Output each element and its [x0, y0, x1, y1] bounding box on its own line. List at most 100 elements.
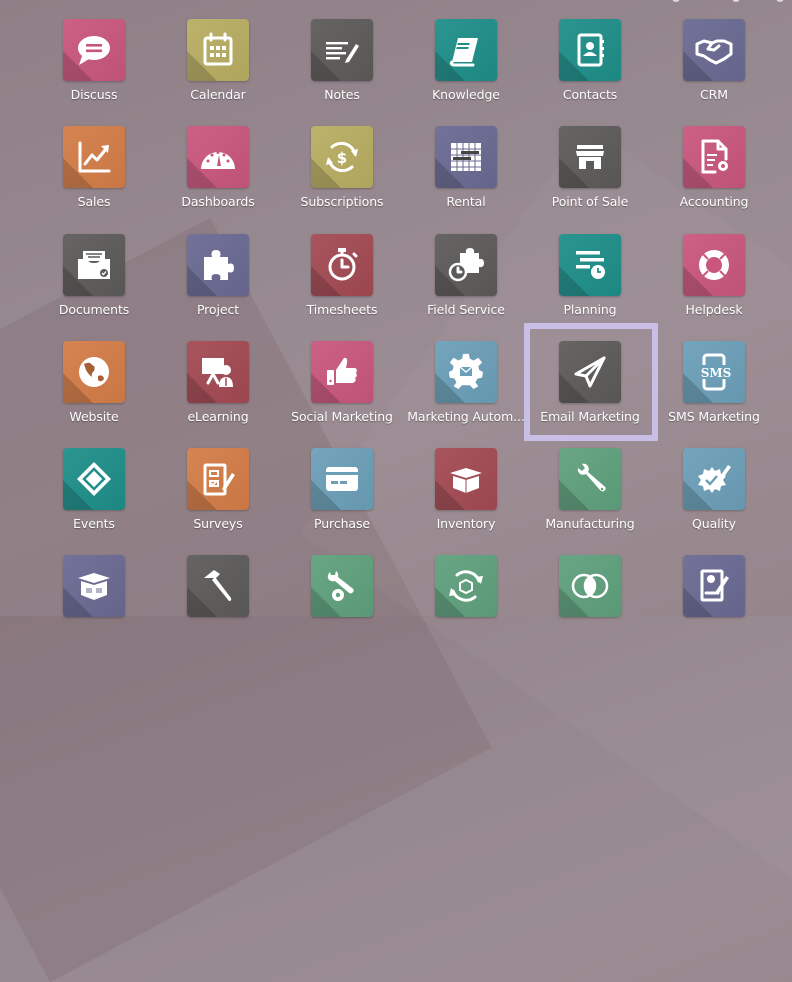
app-venn-circles[interactable] — [528, 555, 652, 655]
app-tile[interactable] — [187, 234, 249, 296]
app-social-marketing[interactable]: Social Marketing — [280, 341, 404, 441]
open-box-icon — [450, 468, 482, 493]
app-tile[interactable] — [435, 341, 497, 403]
app-label: Quality — [692, 516, 736, 531]
app-field-service[interactable]: Field Service — [404, 234, 528, 334]
app-tile[interactable] — [683, 555, 745, 617]
app-tile[interactable] — [311, 555, 373, 617]
app-tile[interactable] — [435, 448, 497, 510]
app-tile[interactable] — [187, 19, 249, 81]
app-recycle-box[interactable] — [404, 555, 528, 655]
app-sign-document[interactable] — [652, 555, 776, 655]
app-label: Purchase — [314, 516, 370, 531]
svg-text:SMS: SMS — [701, 366, 732, 380]
sms-phone-icon: SMS — [700, 353, 732, 391]
app-tile[interactable] — [559, 19, 621, 81]
app-label: Events — [73, 516, 115, 531]
app-hammer[interactable] — [156, 555, 280, 655]
app-tile[interactable]: SMS — [683, 341, 745, 403]
app-tile[interactable] — [187, 341, 249, 403]
app-tile[interactable] — [63, 234, 125, 296]
app-tile[interactable] — [683, 448, 745, 510]
app-label: Calendar — [190, 87, 246, 102]
app-tile[interactable] — [63, 448, 125, 510]
credit-card-icon — [326, 467, 358, 491]
app-tile[interactable]: $ — [311, 126, 373, 188]
app-documents[interactable]: Documents — [32, 234, 156, 334]
app-surveys[interactable]: Surveys — [156, 448, 280, 548]
wrench-gear-icon — [327, 571, 354, 601]
app-rental[interactable]: Rental — [404, 126, 528, 226]
app-notes[interactable]: Notes — [280, 19, 404, 119]
app-label: Subscriptions — [300, 194, 384, 209]
app-wrench-gear[interactable] — [280, 555, 404, 655]
chart-up-icon — [78, 141, 111, 173]
app-tile[interactable] — [559, 555, 621, 617]
app-manufacturing[interactable]: Manufacturing — [528, 448, 652, 548]
app-label: Accounting — [679, 194, 749, 209]
app-tile[interactable] — [559, 234, 621, 296]
book-icon — [449, 38, 478, 67]
app-tile[interactable] — [311, 19, 373, 81]
app-website[interactable]: Website — [32, 341, 156, 441]
app-project[interactable]: Project — [156, 234, 280, 334]
app-marketing-autom[interactable]: Marketing Autom... — [404, 341, 528, 441]
app-tile[interactable] — [559, 126, 621, 188]
app-planning[interactable]: Planning — [528, 234, 652, 334]
app-tile[interactable] — [63, 341, 125, 403]
puzzle-stopwatch-icon — [448, 248, 484, 282]
app-accounting[interactable]: Accounting — [652, 126, 776, 226]
app-tile[interactable] — [187, 448, 249, 510]
app-tile[interactable] — [187, 555, 249, 617]
app-tile[interactable] — [311, 341, 373, 403]
app-sms-marketing[interactable]: SMS SMS Marketing — [652, 341, 776, 441]
app-tile[interactable] — [435, 555, 497, 617]
app-label: Website — [69, 409, 119, 424]
app-label: Social Marketing — [291, 409, 393, 424]
app-label: Rental — [446, 194, 486, 209]
app-tile[interactable] — [311, 234, 373, 296]
gauge-icon — [201, 151, 235, 169]
app-tile[interactable] — [187, 126, 249, 188]
app-tile[interactable] — [63, 126, 125, 188]
app-quality[interactable]: Quality — [652, 448, 776, 548]
app-point-of-sale[interactable]: Point of Sale — [528, 126, 652, 226]
app-tile[interactable] — [311, 448, 373, 510]
app-label: Email Marketing — [540, 409, 640, 424]
app-tile[interactable] — [435, 234, 497, 296]
app-knowledge[interactable]: Knowledge — [404, 19, 528, 119]
app-tile[interactable] — [559, 341, 621, 403]
app-crm[interactable]: CRM — [652, 19, 776, 119]
app-events[interactable]: Events — [32, 448, 156, 548]
app-inventory[interactable]: Inventory — [404, 448, 528, 548]
app-sales[interactable]: Sales — [32, 126, 156, 226]
app-barcode-box[interactable] — [32, 555, 156, 655]
app-subscriptions[interactable]: $ Subscriptions — [280, 126, 404, 226]
app-tile[interactable] — [435, 126, 497, 188]
venn-circles-icon — [571, 573, 609, 599]
app-discuss[interactable]: Discuss — [32, 19, 156, 119]
app-label: Timesheets — [306, 302, 378, 317]
app-purchase[interactable]: Purchase — [280, 448, 404, 548]
app-label: Knowledge — [432, 87, 500, 102]
app-contacts[interactable]: Contacts — [528, 19, 652, 119]
app-timesheets[interactable]: Timesheets — [280, 234, 404, 334]
app-helpdesk[interactable]: Helpdesk — [652, 234, 776, 334]
app-tile[interactable] — [683, 126, 745, 188]
app-tile[interactable] — [559, 448, 621, 510]
app-tile[interactable] — [435, 19, 497, 81]
badge-check-pencil-icon — [698, 465, 731, 493]
app-tile[interactable] — [683, 234, 745, 296]
app-email-marketing[interactable]: Email Marketing — [528, 341, 652, 441]
app-calendar[interactable]: Calendar — [156, 19, 280, 119]
barcode-box-icon — [78, 573, 110, 600]
app-tile[interactable] — [683, 19, 745, 81]
app-elearning[interactable]: eLearning — [156, 341, 280, 441]
app-label: CRM — [700, 87, 728, 102]
app-label: Manufacturing — [545, 516, 635, 531]
app-label: SMS Marketing — [668, 409, 760, 424]
app-tile[interactable] — [63, 19, 125, 81]
hammer-icon — [204, 570, 232, 601]
app-dashboards[interactable]: Dashboards — [156, 126, 280, 226]
app-tile[interactable] — [63, 555, 125, 617]
